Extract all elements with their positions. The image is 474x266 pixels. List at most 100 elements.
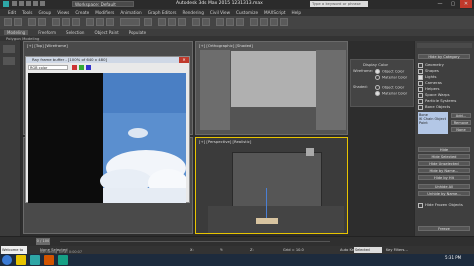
menu-graph-editors[interactable]: Graph Editors [148, 10, 177, 15]
hide-by-hit-button[interactable]: Hide by Hit [418, 175, 470, 180]
render-setup-icon[interactable] [260, 18, 268, 26]
tab-modeling[interactable]: Modeling [4, 30, 29, 35]
start-button-icon[interactable] [2, 255, 12, 265]
menu-help[interactable]: Help [292, 10, 302, 15]
viewport-perspective[interactable]: [+] [Perspective] [Realistic] [195, 137, 348, 234]
undo-icon[interactable] [33, 1, 38, 6]
rectangular-selection-icon[interactable] [72, 18, 80, 26]
category-geometry[interactable]: Geometry [418, 62, 444, 68]
tab-freeform[interactable]: Freeform [38, 30, 56, 35]
viewport-orthographic[interactable]: [+] [Orthographic] [Shaded] [195, 41, 348, 135]
wireframe-object-color-radio[interactable]: Object Color [375, 69, 404, 74]
menu-rendering[interactable]: Rendering [182, 10, 203, 15]
hide-frozen-checkbox[interactable]: Hide Frozen Objects [418, 202, 463, 208]
hide-selected-button[interactable]: Hide Selected [418, 154, 470, 159]
app-taskbar-icon[interactable] [58, 255, 68, 265]
schematic-view-icon[interactable] [236, 18, 244, 26]
menu-edit[interactable]: Edit [8, 10, 16, 15]
mirror-icon[interactable] [192, 18, 200, 26]
blue-channel-icon[interactable] [86, 65, 91, 70]
frame-buffer-close-icon[interactable]: ✕ [179, 57, 189, 63]
material-editor-icon[interactable] [250, 18, 258, 26]
hide-by-name-button[interactable]: Hide by Name... [418, 168, 470, 173]
tab-object-paint[interactable]: Object Paint [94, 30, 118, 35]
add-button[interactable]: Add... [451, 113, 471, 118]
freeze-rollout[interactable]: Freeze [418, 226, 470, 231]
maximize-button[interactable]: ▢ [447, 0, 459, 8]
link-icon[interactable] [28, 18, 36, 26]
layer-manager-icon[interactable] [216, 18, 224, 26]
viewport-orthographic-label[interactable]: [+] [Orthographic] [Shaded] [199, 43, 253, 48]
redo-icon[interactable] [40, 1, 45, 6]
track-bar[interactable] [60, 241, 330, 242]
key-mode-dropdown[interactable]: Selected [354, 247, 382, 253]
channel-select[interactable]: RGB color [28, 65, 68, 70]
category-list[interactable]: Bone IK Chain Object Point [418, 112, 448, 134]
pivot-icon[interactable] [144, 18, 152, 26]
viewport-perspective-label[interactable]: [+] [Perspective] [Realistic] [199, 139, 251, 144]
list-item[interactable]: Point [419, 121, 447, 125]
menu-create[interactable]: Create [75, 10, 89, 15]
maxscript-listener[interactable]: Welcome to M [1, 246, 27, 260]
remove-button[interactable]: Remove [451, 120, 471, 125]
align-icon[interactable] [202, 18, 210, 26]
menu-group[interactable]: Group [38, 10, 51, 15]
search-input[interactable]: Type a keyword or phrase [310, 1, 368, 7]
menu-customize[interactable]: Customize [236, 10, 258, 15]
wireframe-material-color-radio[interactable]: Material Color [375, 75, 407, 80]
hide-rollout[interactable]: Hide [418, 147, 470, 152]
open-icon[interactable] [19, 1, 24, 6]
render-production-icon[interactable] [280, 18, 288, 26]
category-helpers[interactable]: Helpers [418, 86, 440, 92]
save-icon[interactable] [26, 1, 31, 6]
category-space-warps[interactable]: Space Warps [418, 92, 450, 98]
menu-modifiers[interactable]: Modifiers [95, 10, 114, 15]
category-shapes[interactable]: Shapes [418, 68, 439, 74]
select-by-name-icon[interactable] [62, 18, 70, 26]
category-particle-systems[interactable]: Particle Systems [418, 98, 456, 104]
close-button[interactable]: ✕ [460, 0, 472, 8]
shaded-material-color-radio[interactable]: Material Color [375, 91, 407, 96]
hide-unselected-button[interactable]: Hide Unselected [418, 161, 470, 166]
category-lights[interactable]: Lights [418, 74, 436, 80]
unlink-icon[interactable] [38, 18, 46, 26]
menu-civil-view[interactable]: Civil View [210, 10, 230, 15]
scene-explorer-icon[interactable] [3, 45, 15, 53]
red-channel-icon[interactable] [72, 65, 77, 70]
shaded-object-color-radio[interactable]: Object Color [375, 85, 404, 90]
time-slider[interactable]: 0 / 100 [36, 238, 50, 245]
viewport-top-label[interactable]: [+] [Top] [Wireframe] [27, 43, 68, 48]
snap-icon[interactable] [158, 18, 166, 26]
command-panel-tabs[interactable] [417, 43, 472, 48]
green-channel-icon[interactable] [79, 65, 84, 70]
menu-views[interactable]: Views [57, 10, 69, 15]
tab-selection[interactable]: Selection [66, 30, 84, 35]
new-icon[interactable] [12, 1, 17, 6]
hide-by-category-rollout[interactable]: Hide by Category [418, 54, 470, 59]
undo-tool-icon[interactable] [4, 18, 12, 26]
rotate-icon[interactable] [96, 18, 104, 26]
3ds-max-taskbar-icon[interactable] [30, 255, 40, 265]
menu-maxscript[interactable]: MAXScript [264, 10, 286, 15]
redo-tool-icon[interactable] [14, 18, 22, 26]
reference-coordinate-dropdown[interactable] [120, 18, 140, 26]
menu-animation[interactable]: Animation [120, 10, 141, 15]
key-filters-button[interactable]: Key Filters... [386, 246, 408, 254]
unhide-by-name-button[interactable]: Unhide by Name... [418, 191, 470, 196]
angle-snap-icon[interactable] [168, 18, 176, 26]
minimize-button[interactable]: — [434, 0, 446, 8]
browser-taskbar-icon[interactable] [44, 255, 54, 265]
unhide-all-button[interactable]: Unhide All [418, 184, 470, 189]
light-object[interactable] [306, 148, 314, 156]
layer-explorer-icon[interactable] [3, 57, 15, 65]
curve-editor-icon[interactable] [226, 18, 234, 26]
category-cameras[interactable]: Cameras [418, 80, 442, 86]
scale-icon[interactable] [106, 18, 114, 26]
category-bone-objects[interactable]: Bone Objects [418, 104, 450, 110]
move-icon[interactable] [86, 18, 94, 26]
none-button[interactable]: None [451, 127, 471, 132]
tab-populate[interactable]: Populate [129, 30, 146, 35]
app-logo-icon[interactable] [3, 1, 9, 7]
workspace-dropdown[interactable]: Workspace: Default [72, 1, 134, 7]
percent-snap-icon[interactable] [178, 18, 186, 26]
